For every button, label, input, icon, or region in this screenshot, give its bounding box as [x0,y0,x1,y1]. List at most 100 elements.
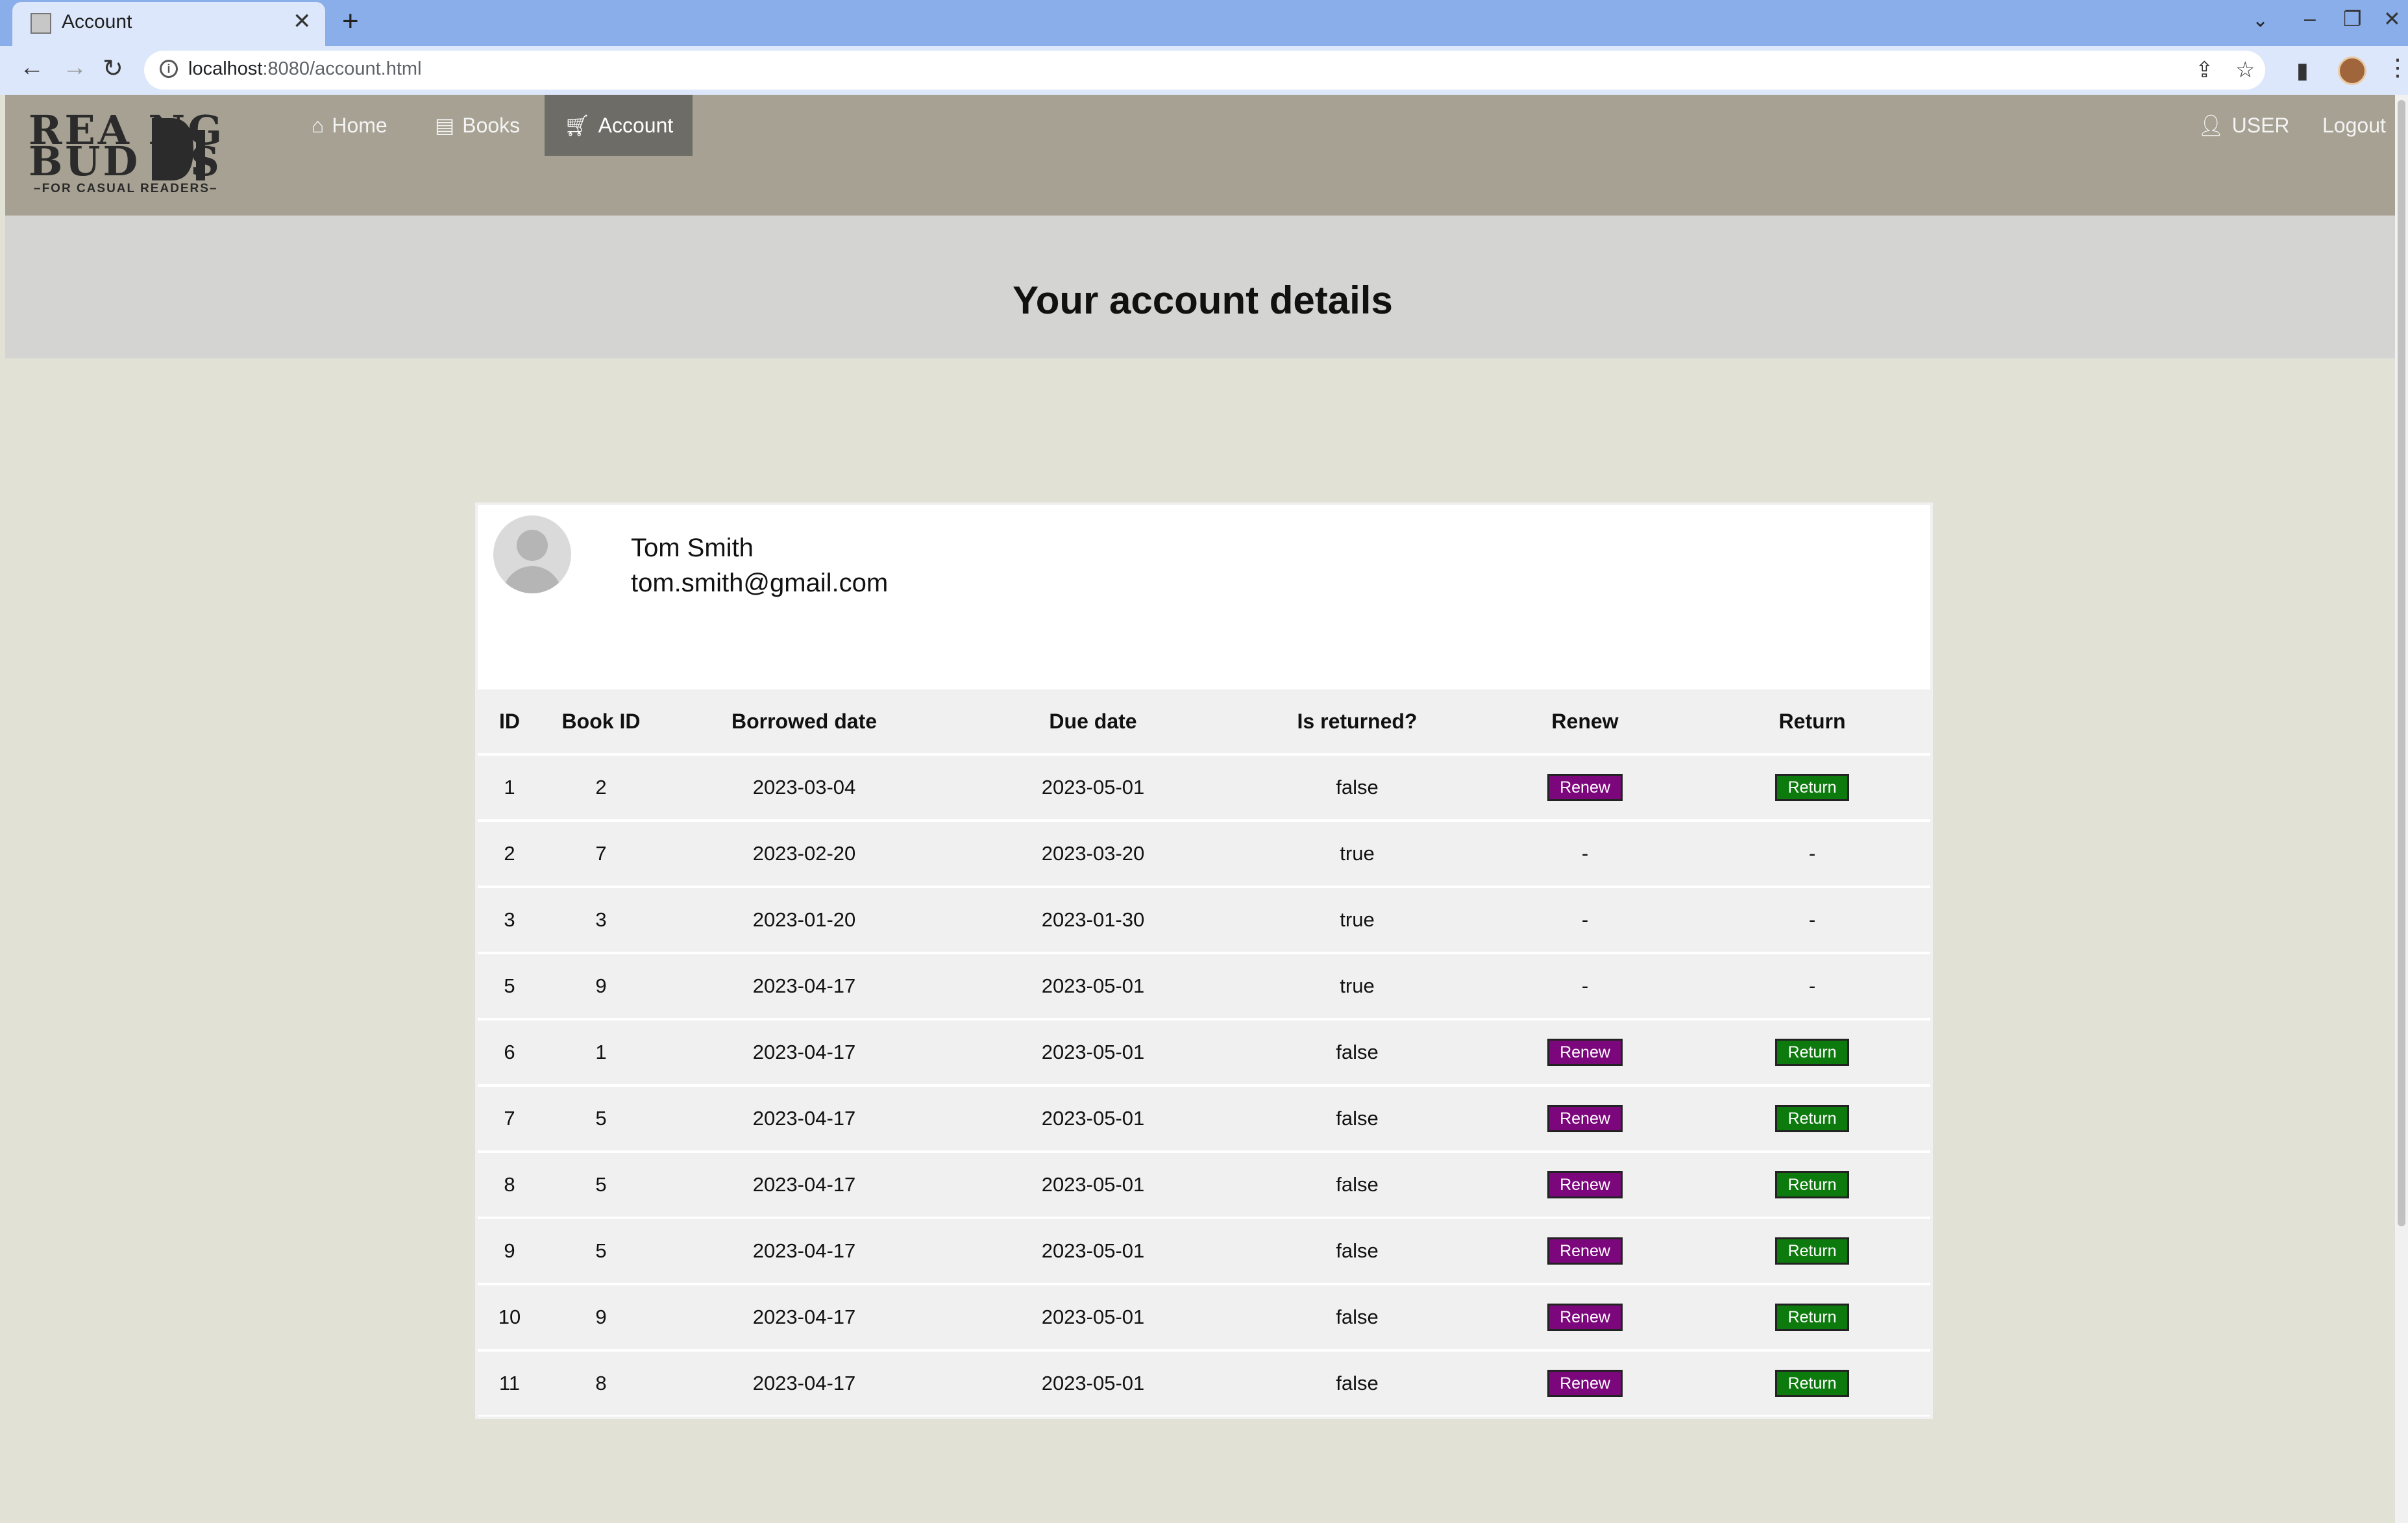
cell-id: 7 [478,1084,541,1152]
renew-button[interactable]: Renew [1547,1304,1623,1331]
logo-tagline: –FOR CASUAL READERS– [34,182,218,195]
return-button[interactable]: Return [1775,1039,1849,1066]
cell-borrowed-date: 2023-04-17 [661,1150,948,1218]
cell-return: Return [1694,1150,1930,1218]
return-button[interactable]: Return [1775,1237,1849,1265]
site-info-icon[interactable]: i [160,60,178,78]
site-logo[interactable]: REA NG BUD ES –FOR CASUAL READERS– [25,110,271,196]
return-placeholder: - [1808,842,1816,865]
forward-icon[interactable]: → [62,54,87,82]
cell-book-id: 5 [541,1217,661,1284]
cell-is-returned: false [1238,1217,1476,1284]
cell-borrowed-date: 2023-04-17 [661,952,948,1019]
minimize-icon[interactable]: – [2304,6,2316,31]
nav-home-label: Home [332,114,387,137]
cell-book-id: 9 [541,1283,661,1350]
return-placeholder: - [1808,974,1816,997]
renew-button[interactable]: Renew [1547,1171,1623,1198]
cell-is-returned: false [1238,1283,1476,1350]
renew-button[interactable]: Renew [1547,1105,1623,1132]
account-card: Tom Smith tom.smith@gmail.com ID Book ID… [475,502,1933,1419]
return-button[interactable]: Return [1775,1171,1849,1198]
table-row: 1 2 2023-03-04 2023-05-01 false Renew Return [478,753,1930,821]
cell-borrowed-date: 2023-01-20 [661,885,948,953]
header-is-returned: Is returned? [1238,689,1476,754]
cell-is-returned: true [1238,952,1476,1019]
cell-book-id: 8 [541,1349,661,1415]
nav-account-label: Account [598,114,674,137]
scrollbar-thumb[interactable] [2398,100,2405,1226]
cell-id: 8 [478,1150,541,1218]
table-row: 6 1 2023-04-17 2023-05-01 false Renew Return [478,1018,1930,1085]
nav-books[interactable]: ▤ Books [415,95,539,156]
cell-due-date: 2023-05-01 [948,1018,1238,1085]
cell-is-returned: false [1238,1084,1476,1152]
star-icon[interactable]: ☆ [2235,57,2255,83]
header-id: ID [478,689,541,754]
header-book-id: Book ID [541,689,661,754]
nav-logout[interactable]: Logout [2303,95,2405,156]
cell-return: Return [1694,1217,1930,1284]
nav-books-label: Books [462,114,521,137]
header-return: Return [1694,689,1930,754]
cell-return: Return [1694,753,1930,821]
cell-borrowed-date: 2023-02-20 [661,819,948,887]
renew-button[interactable]: Renew [1547,1039,1623,1066]
cell-due-date: 2023-05-01 [948,753,1238,821]
return-button[interactable]: Return [1775,1105,1849,1132]
nav-logout-label: Logout [2322,114,2386,137]
cart-icon: 🛒︎ [564,114,591,137]
share-icon[interactable]: ⇪ [2195,57,2214,83]
page-title: Your account details [1013,279,1393,322]
return-button[interactable]: Return [1775,1370,1849,1397]
table-row: 7 5 2023-04-17 2023-05-01 false Renew Return [478,1084,1930,1152]
cell-renew: Renew [1476,753,1694,821]
renew-button[interactable]: Renew [1547,1237,1623,1265]
cell-due-date: 2023-03-20 [948,819,1238,887]
renew-button[interactable]: Renew [1547,774,1623,801]
cell-due-date: 2023-05-01 [948,1283,1238,1350]
nav-home[interactable]: ⌂ Home [292,95,407,156]
header-renew: Renew [1476,689,1694,754]
chevron-down-icon[interactable]: ⌄ [2252,9,2268,32]
cell-renew: - [1476,952,1694,1019]
close-window-icon[interactable]: ✕ [2383,6,2401,31]
return-button[interactable]: Return [1775,774,1849,801]
cell-return: Return [1694,1349,1930,1415]
profile-avatar[interactable] [2338,56,2366,85]
restore-icon[interactable]: ❐ [2343,6,2362,31]
cell-return: Return [1694,1283,1930,1350]
side-panel-icon[interactable]: ▮ [2296,58,2309,84]
cell-due-date: 2023-05-01 [948,952,1238,1019]
menu-icon[interactable]: ⋮ [2386,54,2408,81]
cell-borrowed-date: 2023-04-17 [661,1018,948,1085]
reload-icon[interactable]: ↻ [103,54,123,83]
cell-is-returned: false [1238,1018,1476,1085]
cell-id: 6 [478,1018,541,1085]
cell-id: 2 [478,819,541,887]
cell-due-date: 2023-05-01 [948,1084,1238,1152]
return-placeholder: - [1808,908,1816,931]
cell-id: 5 [478,952,541,1019]
cell-renew: - [1476,885,1694,953]
browser-tab[interactable]: Account ✕ [12,2,325,46]
cell-book-id: 2 [541,753,661,821]
address-bar[interactable]: i localhost:8080/account.html ⇪ ☆ [144,51,2265,90]
cell-book-id: 5 [541,1084,661,1152]
back-icon[interactable]: ← [19,54,44,82]
new-tab-icon[interactable]: + [342,5,359,38]
return-button[interactable]: Return [1775,1304,1849,1331]
browser-toolbar: ← → ↻ i localhost:8080/account.html ⇪ ☆ … [0,46,2408,95]
page-scrollbar[interactable] [2395,95,2408,1523]
avatar-head [517,530,548,561]
nav-account[interactable]: 🛒︎ Account [545,95,693,156]
renew-button[interactable]: Renew [1547,1370,1623,1397]
table-row: 3 3 2023-01-20 2023-01-30 true - - [478,885,1930,953]
cell-is-returned: false [1238,1349,1476,1415]
nav-user[interactable]: 👤︎ USER [2178,95,2309,156]
url-text: localhost:8080/account.html [188,58,422,80]
renew-placeholder: - [1581,908,1589,931]
avatar [493,515,571,593]
cell-id: 11 [478,1349,541,1415]
close-tab-icon[interactable]: ✕ [293,8,312,34]
